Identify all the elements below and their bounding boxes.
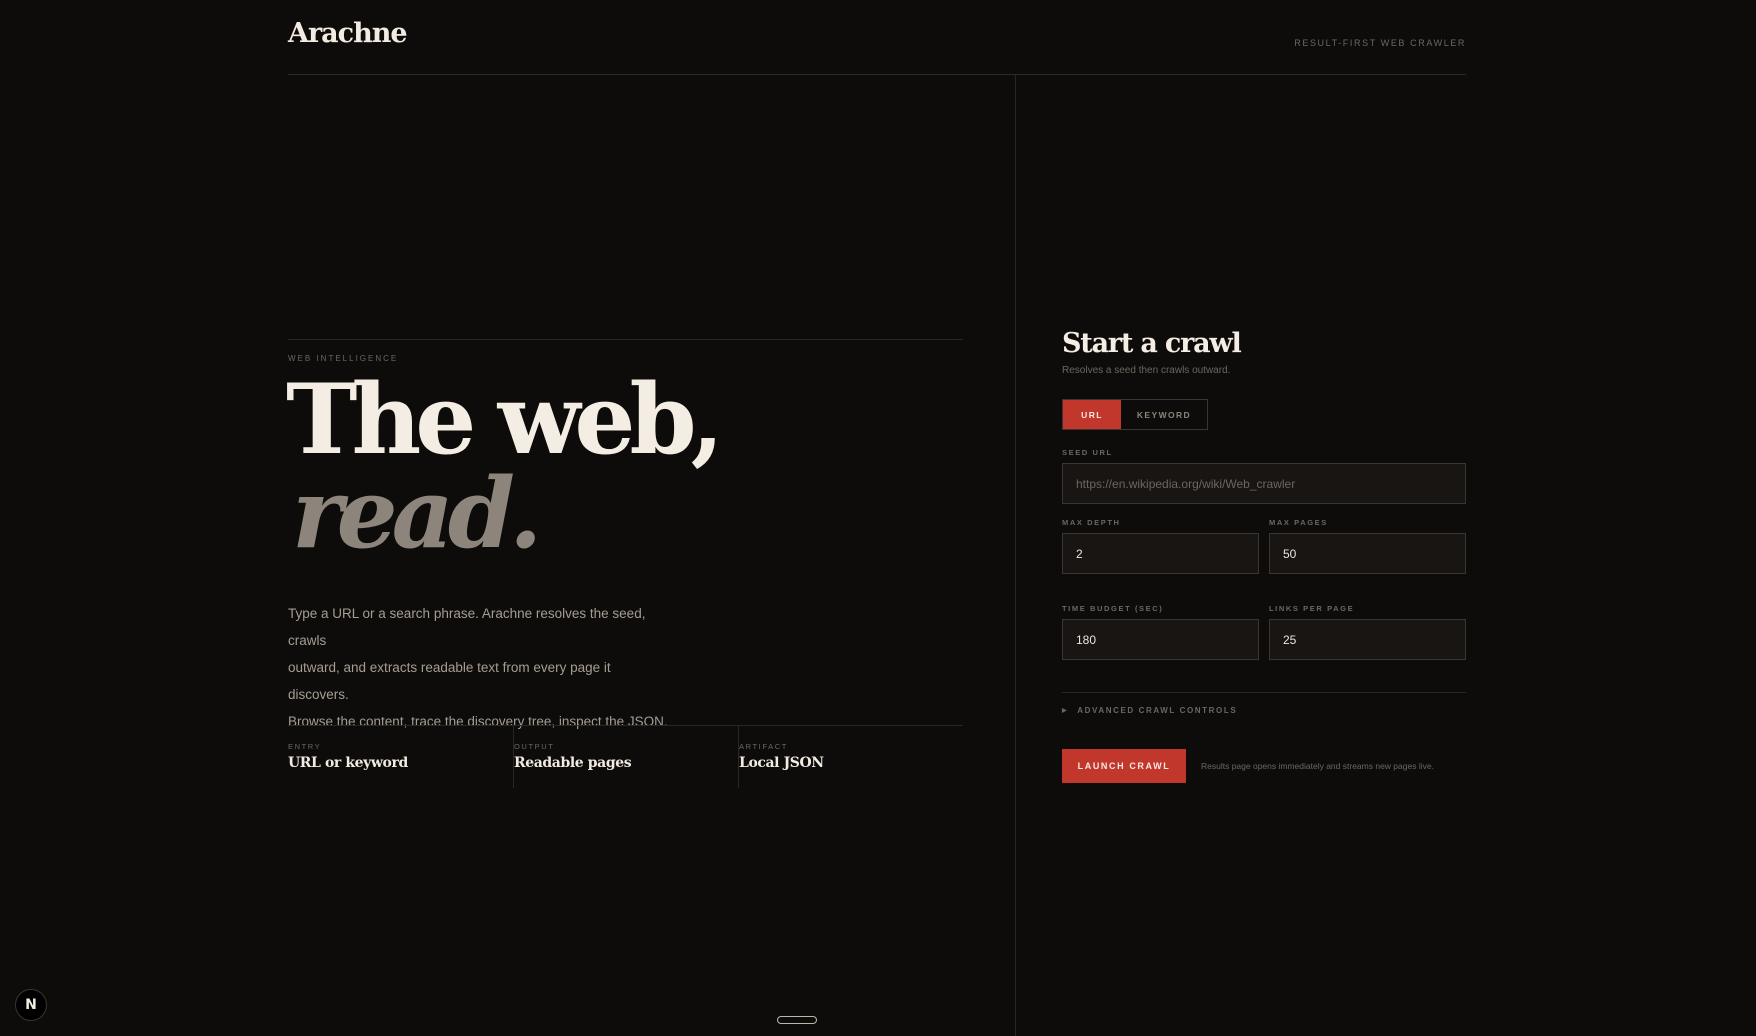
hero-headline-line1: The web,	[286, 363, 724, 476]
mode-keyword-button[interactable]: KEYWORD	[1121, 400, 1207, 429]
time-links-row: TIME BUDGET (SEC) LINKS PER PAGE	[1062, 604, 1466, 661]
mode-url-button[interactable]: URL	[1063, 400, 1121, 430]
seed-url-label: SEED URL	[1062, 448, 1113, 458]
dev-tools-badge[interactable]: N	[15, 989, 47, 1021]
header: Arachne RESULT-FIRST WEB CRAWLER	[288, 0, 1466, 75]
form-title: Start a crawl	[1062, 328, 1242, 359]
max-pages-input[interactable]	[1269, 533, 1466, 575]
hero-description-line: Type a URL or a search phrase. Arachne r…	[288, 606, 646, 648]
hero-description-line: outward, and extracts readable text from…	[288, 660, 611, 702]
seed-url-input[interactable]	[1062, 463, 1466, 505]
chevron-right-icon: ▶	[1062, 708, 1069, 715]
seed-url-group: SEED URL	[1062, 448, 1466, 505]
form-subtitle: Resolves a seed then crawls outward.	[1062, 365, 1231, 377]
scroll-indicator[interactable]	[777, 1016, 817, 1024]
max-depth-input[interactable]	[1062, 533, 1259, 575]
brand-logo[interactable]: Arachne	[288, 18, 408, 49]
links-per-page-input[interactable]	[1269, 619, 1466, 661]
fact-entry: ENTRY URL or keyword	[288, 726, 513, 788]
fact-value: URL or keyword	[288, 755, 408, 771]
time-budget-input[interactable]	[1062, 619, 1259, 661]
fact-artifact: ARTIFACT Local JSON	[738, 726, 963, 788]
fact-output: OUTPUT Readable pages	[513, 726, 738, 788]
hero-eyebrow: WEB INTELLIGENCE	[288, 354, 399, 363]
hero-description: Type a URL or a search phrase. Arachne r…	[288, 600, 668, 735]
column-divider	[1015, 75, 1016, 1036]
max-depth-group: MAX DEPTH	[1062, 518, 1259, 575]
page: Arachne RESULT-FIRST WEB CRAWLER WEB INT…	[0, 0, 1756, 1036]
advanced-controls-toggle[interactable]: ▶ ADVANCED CRAWL CONTROLS	[1062, 706, 1466, 715]
time-budget-label: TIME BUDGET (SEC)	[1062, 604, 1164, 614]
launch-crawl-button[interactable]: LAUNCH CRAWL	[1062, 749, 1186, 784]
facts-row: ENTRY URL or keyword OUTPUT Readable pag…	[288, 726, 963, 788]
links-per-page-group: LINKS PER PAGE	[1269, 604, 1466, 661]
mode-toggle: URL KEYWORD	[1062, 399, 1208, 431]
advanced-divider	[1062, 692, 1466, 694]
time-budget-group: TIME BUDGET (SEC)	[1062, 604, 1259, 661]
header-tagline: RESULT-FIRST WEB CRAWLER	[1294, 38, 1466, 48]
depth-pages-row: MAX DEPTH MAX PAGES	[1062, 518, 1466, 575]
advanced-controls-label: ADVANCED CRAWL CONTROLS	[1077, 706, 1238, 716]
fact-label: OUTPUT	[514, 742, 555, 751]
crawl-form: Start a crawl Resolves a seed then crawl…	[1062, 328, 1466, 784]
links-per-page-label: LINKS PER PAGE	[1269, 604, 1355, 614]
hero-headline-line2: read.	[292, 457, 542, 570]
hero-top-rule	[288, 339, 963, 340]
fact-value: Local JSON	[739, 755, 824, 771]
max-depth-label: MAX DEPTH	[1062, 518, 1121, 528]
launch-note: Results page opens immediately and strea…	[1201, 761, 1434, 772]
fact-label: ARTIFACT	[739, 742, 788, 751]
max-pages-label: MAX PAGES	[1269, 518, 1328, 528]
max-pages-group: MAX PAGES	[1269, 518, 1466, 575]
launch-row: LAUNCH CRAWL Results page opens immediat…	[1062, 749, 1466, 784]
fact-label: ENTRY	[288, 742, 322, 751]
fact-value: Readable pages	[514, 755, 632, 771]
